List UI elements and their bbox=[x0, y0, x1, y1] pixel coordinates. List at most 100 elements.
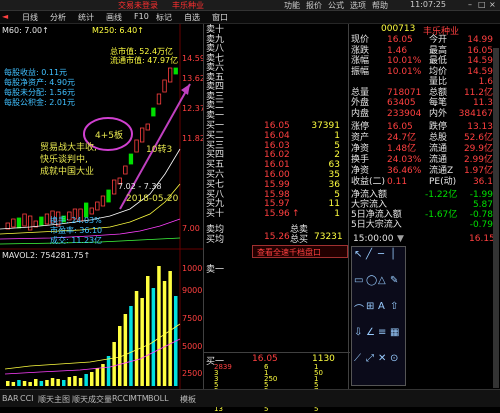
menu-analysis[interactable]: 分析 bbox=[50, 12, 66, 23]
quote-rows: 现价 16.05 今开 14.99 涨跌 1.46 最高 16.05 涨幅 10.01% 最低 14.… bbox=[351, 35, 493, 119]
draw-tool-icon[interactable]: ↖ bbox=[354, 249, 362, 260]
menu-options[interactable]: 选项 bbox=[350, 0, 366, 11]
close-icon[interactable]: × bbox=[489, 0, 496, 9]
kline-chart[interactable]: M60: 7.00↑ M250: 6.40↑ 总市值: 52.4万亿 流通市值:… bbox=[0, 24, 203, 389]
tab-volume[interactable]: 顺天成交量 bbox=[72, 394, 112, 405]
tab-rcci[interactable]: RCCI bbox=[112, 394, 131, 403]
menu-window[interactable]: 窗口 bbox=[212, 12, 228, 23]
quote-label: 最高 bbox=[429, 45, 448, 56]
quote-value: 24.7亿 bbox=[387, 133, 417, 143]
tab-template[interactable]: 模板 bbox=[180, 394, 196, 405]
back-icon[interactable]: ◄ bbox=[2, 12, 8, 21]
quote-row: 总量 718071 总额 11.2亿 bbox=[351, 88, 493, 99]
flow-row: 净流入额 -1.22亿 -1.99 bbox=[351, 190, 493, 200]
quote-value: 384167 bbox=[458, 108, 493, 119]
flow-row: 大宗流入 5.87 bbox=[351, 200, 493, 210]
draw-tool-icon[interactable]: ✕ bbox=[378, 353, 386, 364]
menu-stats[interactable]: 统计 bbox=[78, 12, 94, 23]
quote-label: 涨跌 bbox=[351, 45, 370, 56]
volume-bar bbox=[73, 376, 77, 386]
tab-boll[interactable]: BOLL bbox=[148, 394, 169, 403]
draw-tool-icon[interactable]: ▦ bbox=[390, 327, 399, 338]
quote-value: 16.05 bbox=[387, 122, 413, 132]
menu-watchlist[interactable]: 自选 bbox=[184, 12, 200, 23]
buy-level-row[interactable]: 买十 15.96 1 ↑ bbox=[206, 209, 346, 220]
tab-mtm[interactable]: MTM bbox=[130, 394, 149, 403]
volume-bar bbox=[62, 380, 66, 386]
draw-tool-icon[interactable]: ⤢ bbox=[366, 353, 374, 364]
quote-label: 每笔 bbox=[429, 98, 448, 108]
minimize-icon[interactable]: – bbox=[468, 0, 472, 9]
quote-row: 资产 24.7亿 总股 52.6亿 bbox=[351, 133, 493, 144]
quote-value: 36.46% bbox=[387, 166, 422, 176]
buy-level-label: 买十 bbox=[206, 209, 225, 220]
annotation-boards: 4+5板 bbox=[95, 131, 123, 141]
draw-tool-icon[interactable]: ⟋ bbox=[354, 353, 361, 364]
menu-f10[interactable]: F10 bbox=[134, 12, 149, 21]
quote-row: 内盘 233904 内外 384167 bbox=[351, 109, 493, 120]
draw-tool-icon[interactable]: ─ bbox=[378, 249, 384, 260]
quote-row: 涨幅 10.01% 最低 14.59 bbox=[351, 56, 493, 67]
maximize-icon[interactable]: □ bbox=[478, 0, 486, 9]
draw-tool-icon[interactable]: ✎ bbox=[390, 275, 398, 286]
volume-bar bbox=[118, 326, 122, 386]
total-buy-value: 73231 bbox=[314, 232, 343, 242]
menu-daily[interactable]: 日线 bbox=[22, 12, 38, 23]
annotation-line-3: 成就中国大业 bbox=[40, 167, 95, 177]
volume-bar bbox=[106, 356, 111, 386]
vol-tick-4: 5000 bbox=[182, 342, 203, 351]
menu-quote[interactable]: 报价 bbox=[306, 0, 322, 11]
draw-tool-icon[interactable]: ▭ bbox=[354, 275, 363, 286]
draw-tool-icon[interactable]: ⇩ bbox=[354, 327, 362, 338]
volume-bar bbox=[112, 342, 116, 386]
tab-cci[interactable]: CCI bbox=[20, 394, 34, 403]
menu-help[interactable]: 帮助 bbox=[372, 0, 388, 11]
total-buy-label: 总买 bbox=[290, 235, 309, 245]
tab-main[interactable]: 顺天主图 bbox=[38, 394, 70, 405]
draw-tool-icon[interactable]: ≡ bbox=[378, 327, 386, 338]
quote-rows-2: 涨停 16.05 跌停 13.13 资产 24.7亿 总股 52.6亿 净资 1.48亿 流通 29.… bbox=[351, 122, 493, 188]
draw-tool-icon[interactable]: ╱ bbox=[366, 249, 372, 260]
volume-bar bbox=[17, 380, 21, 386]
quote-row: 换手 24.03% 流通 2.99亿 bbox=[351, 155, 493, 166]
menu-formula[interactable]: 公式 bbox=[328, 0, 344, 11]
vol-tick-2: 9000 bbox=[182, 286, 203, 295]
draw-tool-icon[interactable]: ∠ bbox=[366, 327, 375, 338]
candle bbox=[151, 107, 156, 117]
tab-bar[interactable]: BAR bbox=[2, 394, 19, 403]
draw-tool-icon[interactable]: △ bbox=[378, 275, 386, 286]
volume-bar bbox=[84, 374, 88, 386]
flow-change: -0.79 bbox=[469, 220, 493, 230]
quote-value: 24.03% bbox=[387, 155, 422, 165]
quote-label: 总股 bbox=[429, 133, 448, 143]
flow-row: 5日大宗流入 -0.79 bbox=[351, 220, 493, 230]
menu-draw[interactable]: 画线 bbox=[106, 12, 122, 23]
candle bbox=[89, 207, 94, 215]
annotation-date: 2018-05-20 bbox=[126, 194, 179, 204]
candle bbox=[39, 216, 44, 226]
quote-time: 15:00:00 bbox=[353, 234, 394, 244]
right-scrollbar[interactable] bbox=[493, 48, 499, 388]
quote-row: 净资 1.48亿 流通 29.9亿 bbox=[351, 144, 493, 155]
draw-tool-icon[interactable]: ⌒ bbox=[354, 301, 364, 316]
menu-mark[interactable]: 标记 bbox=[156, 12, 172, 23]
draw-tool-icon[interactable]: ⇧ bbox=[390, 301, 398, 312]
quote-value: 2.99亿 bbox=[463, 155, 493, 165]
view-depth-button[interactable]: 查看全速千档盘口 bbox=[252, 245, 348, 258]
flow-label: 5日净流入额 bbox=[351, 210, 402, 220]
quote-label: PE(动) bbox=[429, 177, 457, 187]
volume-bar bbox=[157, 266, 161, 386]
time-dropdown-icon[interactable]: ▼ bbox=[397, 234, 404, 244]
fund-flows: 净流入额 -1.22亿 -1.99 大宗流入 5.87 5日净流入额 -1.67亿 -0.78… bbox=[351, 190, 493, 230]
draw-tool-icon[interactable]: ⊙ bbox=[390, 353, 398, 364]
quote-value: 1.48亿 bbox=[387, 144, 417, 154]
quote-label: 流通Z bbox=[429, 166, 454, 176]
draw-tool-icon[interactable]: ⊞ bbox=[366, 301, 374, 312]
sell-level-label: 卖一 bbox=[206, 110, 225, 121]
window-title: 交易未登录 bbox=[118, 1, 158, 10]
draw-tool-icon[interactable]: │ bbox=[390, 249, 396, 260]
candle bbox=[123, 165, 128, 175]
menu-function[interactable]: 功能 bbox=[284, 0, 300, 11]
draw-tool-icon[interactable]: A bbox=[378, 301, 385, 312]
draw-tool-icon[interactable]: ◯ bbox=[366, 275, 377, 286]
